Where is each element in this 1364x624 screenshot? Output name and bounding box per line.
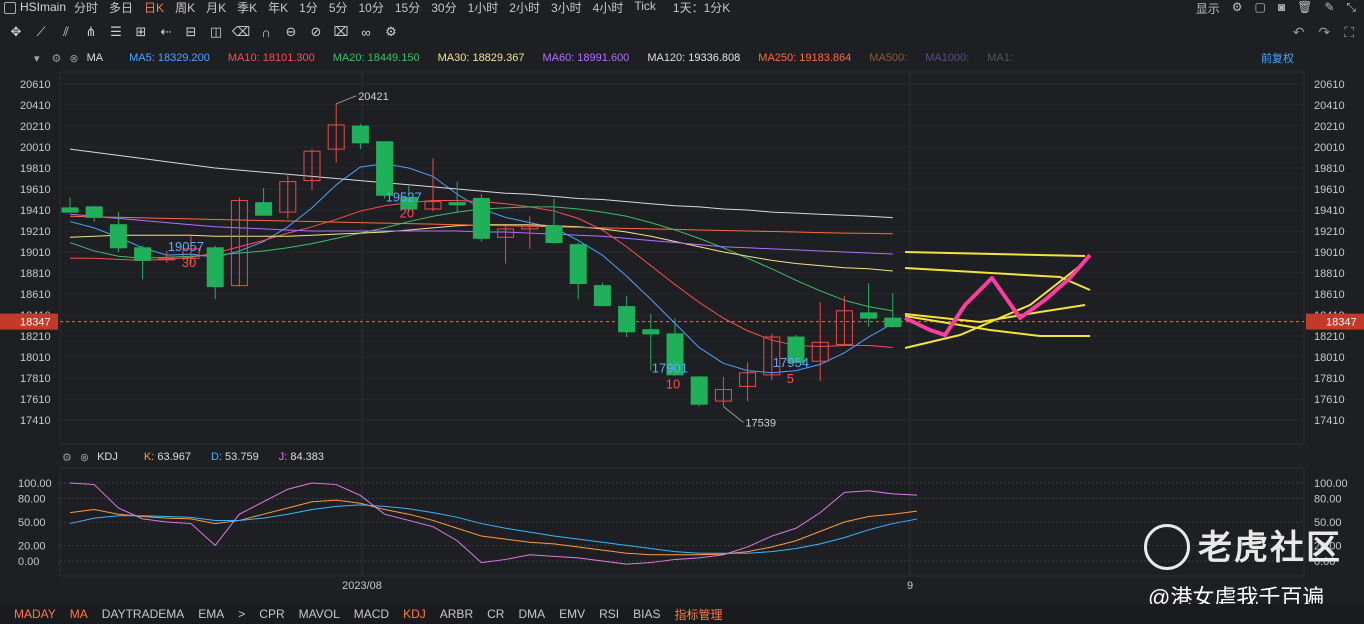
price-tick-left: 18010 bbox=[20, 352, 51, 364]
price-tick-right: 20410 bbox=[1314, 100, 1345, 112]
candle-body bbox=[134, 247, 152, 261]
price-tick-left: 19810 bbox=[20, 163, 51, 175]
x-axis-label: 2023/08 bbox=[342, 580, 382, 592]
ma-annotation-period: 10 bbox=[666, 376, 680, 391]
price-tick-right: 19010 bbox=[1314, 247, 1345, 259]
kdj-tick-left: 20.00 bbox=[18, 540, 46, 552]
watermark-brand: 老虎社区 bbox=[1198, 529, 1342, 567]
price-pane bbox=[59, 71, 1305, 445]
ma-annotation-value: 17901 bbox=[652, 360, 688, 375]
price-tick-right: 17610 bbox=[1314, 394, 1345, 406]
candle-body bbox=[860, 312, 878, 319]
candle-body bbox=[448, 202, 466, 206]
indicator-tab[interactable]: CPR bbox=[259, 607, 284, 621]
candle-body bbox=[472, 197, 490, 239]
indicator-tab[interactable]: 指标管理 bbox=[675, 606, 723, 623]
candle-body bbox=[569, 244, 587, 284]
price-tick-right: 19410 bbox=[1314, 205, 1345, 217]
ma-annotation-value: 17954 bbox=[773, 355, 809, 370]
price-tick-right: 20610 bbox=[1314, 79, 1345, 91]
price-tick-right: 18210 bbox=[1314, 331, 1345, 343]
indicator-tab[interactable]: ARBR bbox=[440, 607, 473, 621]
price-tick-left: 20610 bbox=[20, 79, 51, 91]
candle-body bbox=[642, 329, 660, 335]
price-tick-right: 17810 bbox=[1314, 373, 1345, 385]
ma-annotation-period: 30 bbox=[182, 255, 196, 270]
kdj-tick-left: 50.00 bbox=[18, 517, 46, 529]
price-tick-right: 19810 bbox=[1314, 163, 1345, 175]
candle-body bbox=[61, 207, 79, 213]
indicator-tab[interactable]: KDJ bbox=[403, 607, 426, 621]
indicator-tab[interactable]: EMV bbox=[559, 607, 585, 621]
price-tick-left: 17410 bbox=[20, 415, 51, 427]
indicator-tab[interactable]: RSI bbox=[599, 607, 619, 621]
price-tick-left: 19210 bbox=[20, 226, 51, 238]
kdj-tick-right: 80.00 bbox=[1314, 494, 1342, 506]
price-tick-right: 20210 bbox=[1314, 121, 1345, 133]
candlestick-chart[interactable]: 20610 20610 20410 20410 20210 20210 20010 20010… bbox=[0, 0, 1364, 600]
indicator-tab[interactable]: EMA bbox=[198, 607, 224, 621]
indicator-tab[interactable]: DAYTRADEMA bbox=[102, 607, 184, 621]
high-label: 20421 bbox=[358, 91, 389, 103]
price-tick-right: 19210 bbox=[1314, 226, 1345, 238]
price-tick-left: 19610 bbox=[20, 184, 51, 196]
indicator-tab[interactable]: > bbox=[238, 607, 245, 621]
candle-body bbox=[255, 202, 273, 216]
indicator-tab[interactable]: DMA bbox=[518, 607, 545, 621]
price-tick-right: 18810 bbox=[1314, 268, 1345, 280]
price-tick-left: 20410 bbox=[20, 100, 51, 112]
indicator-tab[interactable]: MAVOL bbox=[299, 607, 340, 621]
kdj-tick-right: 100.00 bbox=[1314, 478, 1348, 490]
candle-body bbox=[690, 376, 708, 405]
price-tick-left: 19010 bbox=[20, 247, 51, 259]
ma-annotation-period: 5 bbox=[787, 371, 794, 386]
candle-body bbox=[85, 206, 103, 218]
x-axis-label: 9 bbox=[907, 580, 913, 592]
candle-body bbox=[545, 225, 563, 244]
price-tick-left: 18610 bbox=[20, 289, 51, 301]
indicator-tab[interactable]: MADAY bbox=[14, 607, 56, 621]
last-price-label: 18347 bbox=[1326, 317, 1357, 329]
indicator-tab[interactable]: BIAS bbox=[633, 607, 660, 621]
ma-annotation-period: 20 bbox=[400, 206, 414, 221]
price-tick-right: 18610 bbox=[1314, 289, 1345, 301]
projection-line bbox=[904, 251, 1086, 257]
forecast-zigzag bbox=[904, 253, 1092, 337]
candle-body bbox=[884, 317, 902, 328]
candle-body bbox=[206, 247, 224, 288]
indicator-tab[interactable]: CR bbox=[487, 607, 504, 621]
price-tick-left: 18810 bbox=[20, 268, 51, 280]
candle-body bbox=[618, 306, 636, 333]
kdj-tick-left: 100.00 bbox=[18, 478, 52, 490]
kdj-tick-left: 80.00 bbox=[18, 494, 46, 506]
price-tick-left: 18210 bbox=[20, 331, 51, 343]
kdj-line-k bbox=[69, 499, 918, 556]
last-price-label: 18347 bbox=[20, 317, 51, 329]
kdj-tick-left: 0.00 bbox=[18, 556, 39, 568]
price-tick-right: 19610 bbox=[1314, 184, 1345, 196]
low-label: 17539 bbox=[745, 417, 776, 429]
price-tick-left: 17810 bbox=[20, 373, 51, 385]
price-tick-right: 18010 bbox=[1314, 352, 1345, 364]
candle-body bbox=[593, 285, 611, 307]
candle-body bbox=[376, 141, 394, 196]
price-tick-left: 17610 bbox=[20, 394, 51, 406]
indicator-tabs: MADAY MA DAYTRADEMA EMA > CPR MAVOL MACD KDJ ARBR… bbox=[0, 604, 1364, 624]
ma-annotation-value: 19057 bbox=[168, 239, 204, 254]
price-tick-left: 20010 bbox=[20, 142, 51, 154]
price-tick-right: 20010 bbox=[1314, 142, 1345, 154]
candle-body bbox=[109, 224, 127, 249]
price-tick-left: 20210 bbox=[20, 121, 51, 133]
ma-annotation-value: 19527 bbox=[386, 190, 422, 205]
kdj-line-j bbox=[69, 482, 918, 565]
price-tick-right: 17410 bbox=[1314, 415, 1345, 427]
price-tick-left: 19410 bbox=[20, 205, 51, 217]
indicator-tab[interactable]: MACD bbox=[354, 607, 389, 621]
indicator-tab[interactable]: MA bbox=[70, 607, 88, 621]
high-leader bbox=[336, 95, 357, 105]
candle-body bbox=[351, 125, 369, 144]
